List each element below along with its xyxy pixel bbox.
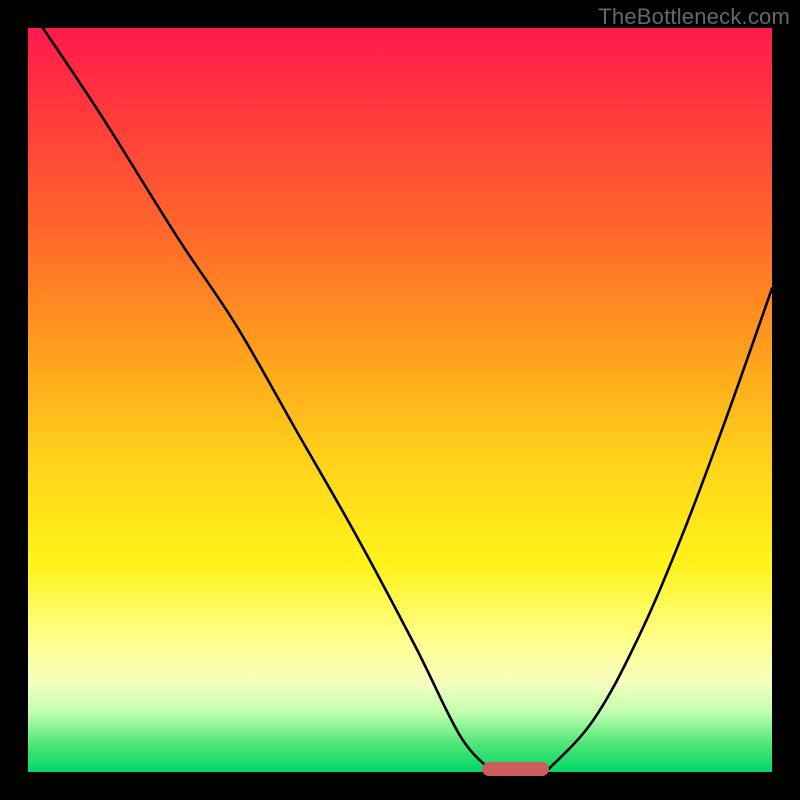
chart-plot-area [28, 28, 772, 772]
optimum-marker [482, 762, 549, 776]
curve-left-branch [43, 28, 489, 769]
watermark-text: TheBottleneck.com [598, 4, 790, 30]
curve-right-branch [549, 288, 772, 769]
chart-frame: TheBottleneck.com [0, 0, 800, 800]
bottleneck-curve [28, 28, 772, 772]
